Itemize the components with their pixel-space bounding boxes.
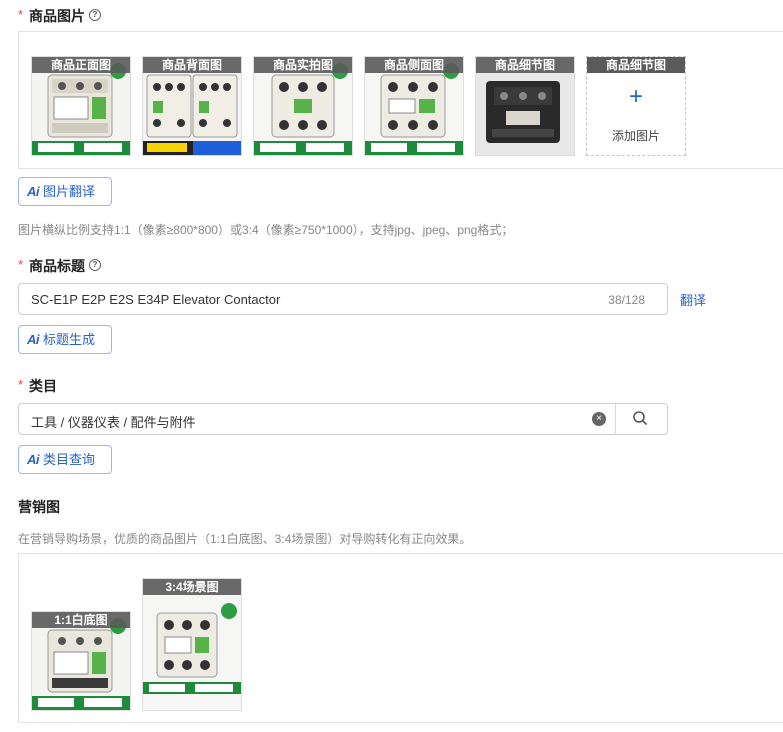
question-circle-icon[interactable]: ?: [89, 259, 101, 271]
title-char-counter: 38/128: [608, 293, 645, 307]
image-translate-button[interactable]: Ai 图片翻译: [18, 177, 112, 206]
marketing-image-thumbnail[interactable]: 1:1白底图: [31, 611, 131, 711]
marketing-section-label: 营销图: [18, 499, 60, 515]
title-generate-button[interactable]: Ai 标题生成: [18, 325, 112, 354]
category-value: 工具 / 仪器仪表 / 配件与附件: [31, 415, 196, 430]
product-image-thumbnail[interactable]: 商品正面图: [31, 56, 131, 156]
marketing-image-thumbnail[interactable]: 3:4场景图: [142, 578, 242, 711]
add-image-button[interactable]: 商品细节图 + 添加图片: [586, 56, 686, 156]
product-image-thumbnail[interactable]: 商品背面图: [142, 56, 242, 156]
contactor-photo: [143, 579, 241, 710]
translate-link[interactable]: 翻译: [680, 290, 706, 309]
category-select[interactable]: 工具 / 仪器仪表 / 配件与附件 ×: [18, 403, 668, 435]
search-icon[interactable]: [632, 410, 648, 429]
plus-icon: +: [628, 83, 643, 110]
marketing-images-panel: 1:1白底图 3:4场景图: [18, 553, 783, 723]
category-query-label: 类目查询: [43, 452, 96, 467]
thumbnail-caption: 商品侧面图: [365, 57, 463, 73]
product-title-input[interactable]: SC-E1P E2P E2S E34P Elevator Contactor 3…: [18, 283, 668, 315]
ai-icon: Ai: [27, 332, 40, 347]
add-slot-caption: 商品细节图: [587, 57, 685, 73]
product-images-panel: 商品正面图 商品背面图 商品实拍图 商品侧面图 商品细节图 商品细节图 + 添加…: [18, 31, 783, 169]
ai-icon: Ai: [27, 184, 40, 199]
required-mark: *: [18, 377, 24, 392]
required-mark: *: [18, 7, 24, 22]
thumbnail-caption: 1:1白底图: [32, 612, 130, 628]
divider: [615, 404, 616, 434]
images-section-label: 商品图片: [29, 8, 85, 24]
category-query-button[interactable]: Ai 类目查询: [18, 445, 112, 474]
clear-icon[interactable]: ×: [592, 412, 606, 426]
add-image-label: 添加图片: [611, 129, 660, 143]
ai-icon: Ai: [27, 452, 40, 467]
product-title-value: SC-E1P E2P E2S E34P Elevator Contactor: [31, 292, 281, 307]
thumbnail-caption: 3:4场景图: [143, 579, 241, 595]
thumbnail-caption: 商品正面图: [32, 57, 130, 73]
image-translate-label: 图片翻译: [43, 184, 96, 199]
marketing-hint: 在营销导购场景，优质的商品图片（1:1白底图、3:4场景图）对导购转化有正向效果…: [18, 532, 472, 546]
category-section-label: 类目: [29, 378, 57, 394]
title-generate-label: 标题生成: [43, 332, 96, 347]
product-image-thumbnail[interactable]: 商品侧面图: [364, 56, 464, 156]
title-section-label: 商品标题: [29, 258, 85, 274]
question-circle-icon[interactable]: ?: [89, 9, 101, 21]
required-mark: *: [18, 257, 24, 272]
image-format-hint: 图片横纵比例支持1:1（像素≥800*800）或3:4（像素≥750*1000）…: [18, 223, 514, 237]
thumbnail-caption: 商品背面图: [143, 57, 241, 73]
product-image-thumbnail[interactable]: 商品细节图: [475, 56, 575, 156]
thumbnail-caption: 商品实拍图: [254, 57, 352, 73]
product-image-thumbnail[interactable]: 商品实拍图: [253, 56, 353, 156]
thumbnail-caption: 商品细节图: [476, 57, 574, 73]
